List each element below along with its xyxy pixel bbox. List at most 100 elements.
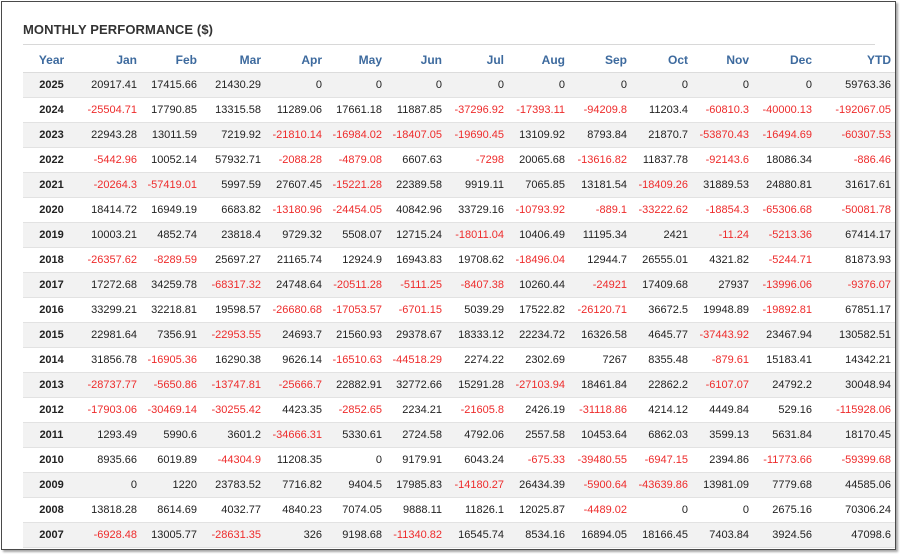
month-value-cell: 9626.14 — [265, 347, 326, 373]
month-value-cell: 0 — [753, 72, 816, 98]
month-value-cell: 1293.49 — [80, 422, 141, 448]
ytd-cell: 47098.6 — [816, 522, 895, 548]
month-value-cell: 0 — [80, 472, 141, 498]
table-row: 2023 22943.28 13011.59 7219.92 -21810.14 -169… — [23, 122, 895, 148]
month-value-cell: -13747.81 — [201, 372, 265, 398]
table-row: 2015 22981.64 7356.91 -22953.55 24693.7 21560… — [23, 322, 895, 348]
table-row: 2021 -20264.3 -57419.01 5997.59 27607.45 -152… — [23, 172, 895, 198]
month-value-cell: -5111.25 — [386, 272, 446, 298]
month-value-cell: 4645.77 — [631, 322, 692, 348]
month-value-cell: 25697.27 — [201, 247, 265, 273]
table-row: 2007 -6928.48 13005.77 -28631.35 326 9198.68-… — [23, 522, 895, 548]
month-value-cell: 19598.57 — [201, 297, 265, 323]
month-value-cell: 15183.41 — [753, 347, 816, 373]
month-value-cell: -34666.31 — [265, 422, 326, 448]
month-value-cell: 12944.7 — [569, 247, 631, 273]
month-value-cell: 4792.06 — [446, 422, 508, 448]
month-value-cell: -5900.64 — [569, 472, 631, 498]
month-value-cell: 17415.66 — [141, 72, 201, 98]
year-cell: 2012 — [23, 397, 80, 423]
month-value-cell: 32772.66 — [386, 372, 446, 398]
table-row: 2020 18414.72 16949.19 6683.82 -13180.96 -244… — [23, 197, 895, 223]
ytd-cell: -115928.06 — [816, 397, 895, 423]
year-cell: 2025 — [23, 72, 80, 98]
ytd-cell: 81873.93 — [816, 247, 895, 273]
month-value-cell: 4321.82 — [692, 247, 753, 273]
month-value-cell: 2675.16 — [753, 497, 816, 523]
month-value-cell: 0 — [631, 72, 692, 98]
ytd-cell: -50081.78 — [816, 197, 895, 223]
month-value-cell: 7074.05 — [326, 497, 386, 523]
month-value-cell: -92143.6 — [692, 147, 753, 173]
column-header-jun: Jun — [386, 47, 446, 73]
month-value-cell: 5039.29 — [446, 297, 508, 323]
table-row: 2018 -26357.62 -8289.59 25697.27 21165.74 129… — [23, 247, 895, 273]
month-value-cell: 10003.21 — [80, 222, 141, 248]
month-value-cell: 7065.85 — [508, 172, 569, 198]
year-cell: 2008 — [23, 497, 80, 523]
month-value-cell: -18409.26 — [631, 172, 692, 198]
month-value-cell: -26120.71 — [569, 297, 631, 323]
month-value-cell: 0 — [446, 72, 508, 98]
month-value-cell: -19892.81 — [753, 297, 816, 323]
month-value-cell: -33222.62 — [631, 197, 692, 223]
column-header-ytd: YTD — [816, 47, 895, 73]
month-value-cell: 6683.82 — [201, 197, 265, 223]
table-row: 2022 -5442.96 10052.14 57932.71 -2088.28 -487… — [23, 147, 895, 173]
month-value-cell: 57932.71 — [201, 147, 265, 173]
month-value-cell: 26434.39 — [508, 472, 569, 498]
month-value-cell: 33729.16 — [446, 197, 508, 223]
month-value-cell: -16984.02 — [326, 122, 386, 148]
month-value-cell: -27103.94 — [508, 372, 569, 398]
column-header-dec: Dec — [753, 47, 816, 73]
month-value-cell: 18461.84 — [569, 372, 631, 398]
month-value-cell: -24921 — [569, 272, 631, 298]
ytd-cell: 18170.45 — [816, 422, 895, 448]
month-value-cell: 27937 — [692, 272, 753, 298]
month-value-cell: 13315.58 — [201, 97, 265, 123]
month-value-cell: 4852.74 — [141, 222, 201, 248]
month-value-cell: 21560.93 — [326, 322, 386, 348]
month-value-cell: -26680.68 — [265, 297, 326, 323]
month-value-cell: 4840.23 — [265, 497, 326, 523]
title-divider — [23, 44, 875, 45]
month-value-cell: -13996.06 — [753, 272, 816, 298]
month-value-cell: 20065.68 — [508, 147, 569, 173]
month-value-cell: -11773.66 — [753, 447, 816, 473]
month-value-cell: 16545.74 — [446, 522, 508, 548]
year-cell: 2014 — [23, 347, 80, 373]
month-value-cell: 8355.48 — [631, 347, 692, 373]
header-row: Year Jan Feb Mar Apr May Jun Jul Aug Sep… — [23, 47, 895, 73]
month-value-cell: 10406.49 — [508, 222, 569, 248]
month-value-cell: 5997.59 — [201, 172, 265, 198]
month-value-cell: 9919.11 — [446, 172, 508, 198]
month-value-cell: 34259.78 — [141, 272, 201, 298]
month-value-cell: 16894.05 — [569, 522, 631, 548]
column-header-nov: Nov — [692, 47, 753, 73]
month-value-cell: 0 — [386, 72, 446, 98]
panel-title: MONTHLY PERFORMANCE ($) — [23, 22, 214, 37]
year-cell: 2017 — [23, 272, 80, 298]
month-value-cell: 22981.64 — [80, 322, 141, 348]
ytd-cell: 14342.21 — [816, 347, 895, 373]
month-value-cell: 31889.53 — [692, 172, 753, 198]
month-value-cell: 17522.82 — [508, 297, 569, 323]
month-value-cell: 18086.34 — [753, 147, 816, 173]
month-value-cell: -31118.86 — [569, 397, 631, 423]
table-row: 2025 20917.41 17415.66 21430.29 0 0 0 0 0 0 0 0 0 597… — [23, 72, 895, 98]
month-value-cell: 4032.77 — [201, 497, 265, 523]
month-value-cell: -65306.68 — [753, 197, 816, 223]
month-value-cell: 6019.89 — [141, 447, 201, 473]
month-value-cell: -39480.55 — [569, 447, 631, 473]
month-value-cell: 5990.6 — [141, 422, 201, 448]
month-value-cell: -16510.63 — [326, 347, 386, 373]
month-value-cell: 0 — [692, 497, 753, 523]
month-value-cell: 27607.45 — [265, 172, 326, 198]
month-value-cell: 0 — [508, 72, 569, 98]
month-value-cell: -18407.05 — [386, 122, 446, 148]
month-value-cell: 11887.85 — [386, 97, 446, 123]
month-value-cell: 9179.91 — [386, 447, 446, 473]
month-value-cell: -24454.05 — [326, 197, 386, 223]
month-value-cell: 2421 — [631, 222, 692, 248]
month-value-cell: 17790.85 — [141, 97, 201, 123]
